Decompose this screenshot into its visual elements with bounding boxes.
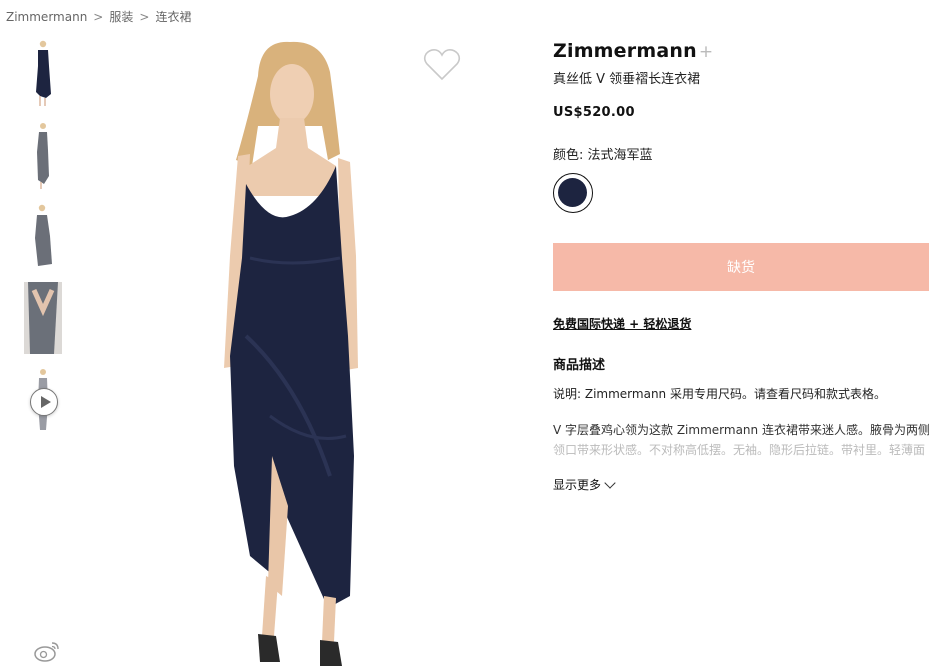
breadcrumb-brand[interactable]: Zimmermann bbox=[6, 10, 87, 24]
color-label: 颜色: 法式海军蓝 bbox=[553, 148, 653, 163]
description-text: V 字层叠鸡心领为这款 Zimmermann 连衣裙带来迷人感。腋骨为两侧和 领… bbox=[553, 420, 929, 460]
thumbnail-side-back[interactable] bbox=[24, 118, 62, 190]
weibo-icon[interactable] bbox=[34, 640, 60, 662]
sold-out-button[interactable]: 缺货 bbox=[553, 243, 929, 291]
breadcrumb-separator: > bbox=[93, 10, 104, 24]
thumbnail-side[interactable] bbox=[24, 200, 62, 272]
product-main-image bbox=[150, 36, 490, 668]
product-brand[interactable]: Zimmermann + bbox=[553, 40, 929, 62]
description-heading: 商品描述 bbox=[553, 358, 606, 373]
size-note: 说明: Zimmermann 采用专用尺码。请查看尺码和款式表格。 bbox=[553, 387, 886, 401]
heart-icon[interactable] bbox=[423, 48, 461, 82]
thumbnail-detail[interactable] bbox=[24, 282, 62, 354]
brand-plus-icon[interactable]: + bbox=[699, 42, 713, 62]
description-line: V 字层叠鸡心领为这款 Zimmermann 连衣裙带来迷人感。腋骨为两侧和 bbox=[553, 423, 929, 437]
thumbnail-front[interactable] bbox=[24, 36, 62, 108]
breadcrumb-dresses[interactable]: 连衣裙 bbox=[155, 10, 191, 24]
play-icon[interactable] bbox=[30, 388, 58, 416]
breadcrumb-clothing[interactable]: 服装 bbox=[109, 10, 133, 24]
product-price: US$520.00 bbox=[553, 105, 635, 120]
thumbnail-gallery bbox=[24, 36, 62, 446]
product-info: Zimmermann + 真丝低 V 领垂褶长连衣裙 US$520.00 颜色: … bbox=[553, 40, 929, 493]
color-swatch-navy[interactable] bbox=[553, 173, 593, 213]
product-title: 真丝低 V 领垂褶长连衣裙 bbox=[553, 72, 701, 87]
shipping-returns-link[interactable]: 免费国际快递 + 轻松退货 bbox=[553, 315, 691, 332]
show-more-label: 显示更多 bbox=[553, 478, 602, 492]
show-more-button[interactable]: 显示更多 bbox=[553, 476, 616, 493]
breadcrumb-separator: > bbox=[139, 10, 150, 24]
breadcrumb: Zimmermann > 服装 > 连衣裙 bbox=[6, 8, 191, 25]
chevron-down-icon bbox=[604, 476, 616, 489]
description-line-faded: 领口带来形状感。不对称高低摆。无袖。隐形后拉链。带衬里。轻薄面 bbox=[553, 443, 926, 457]
brand-name[interactable]: Zimmermann bbox=[553, 40, 697, 62]
